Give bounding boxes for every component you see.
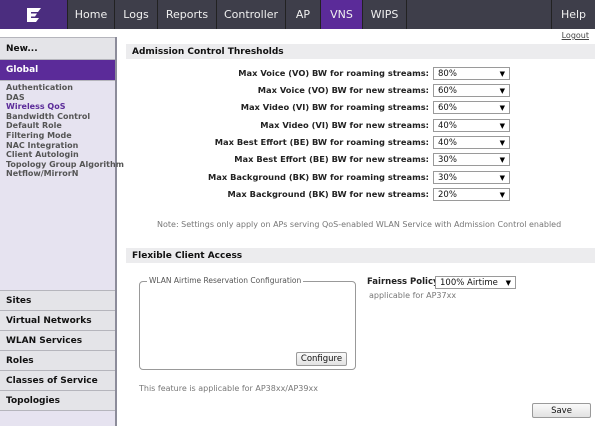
- row-label-be-new: Max Best Effort (BE) BW for new streams:: [234, 154, 429, 164]
- chevron-down-icon: ▼: [499, 122, 505, 130]
- select-be-new[interactable]: 30% ▼: [433, 153, 510, 166]
- row-label-bk-new: Max Background (BK) BW for new streams:: [227, 189, 429, 199]
- nav-wips[interactable]: WIPS: [363, 0, 407, 29]
- select-value: 100% Airtime: [440, 277, 498, 288]
- chevron-down-icon: ▼: [499, 156, 505, 164]
- row-label-vi-roaming: Max Video (VI) BW for roaming streams:: [240, 102, 429, 112]
- select-value: 60%: [438, 85, 457, 96]
- sidebar-virtual-networks[interactable]: Virtual Networks: [0, 311, 115, 331]
- select-bk-new[interactable]: 20% ▼: [433, 188, 510, 201]
- nav-help[interactable]: Help: [551, 0, 595, 29]
- select-value: 30%: [438, 172, 457, 183]
- select-value: 30%: [438, 154, 457, 165]
- select-bk-roaming[interactable]: 30% ▼: [433, 171, 510, 184]
- admission-note: Note: Settings only apply on APs serving…: [157, 220, 562, 229]
- nav-home[interactable]: Home: [68, 0, 115, 29]
- flexible-client-access-header: Flexible Client Access: [126, 248, 595, 263]
- extreme-logo-icon[interactable]: [0, 0, 68, 29]
- fairness-policy-select[interactable]: 100% Airtime ▼: [435, 276, 516, 289]
- sidebar-roles[interactable]: Roles: [0, 351, 115, 371]
- sidebar-link-wireless-qos[interactable]: Wireless QoS: [6, 102, 115, 112]
- chevron-down-icon: ▼: [499, 87, 505, 95]
- sidebar-link-bandwidth-control[interactable]: Bandwidth Control: [6, 112, 115, 122]
- row-label-bk-roaming: Max Background (BK) BW for roaming strea…: [208, 172, 429, 182]
- configure-button[interactable]: Configure: [296, 352, 347, 366]
- sidebar-link-filtering-mode[interactable]: Filtering Mode: [6, 131, 115, 141]
- sidebar-global[interactable]: Global: [0, 60, 115, 81]
- select-value: 40%: [438, 120, 457, 131]
- row-label-vo-new: Max Voice (VO) BW for new streams:: [257, 85, 429, 95]
- chevron-down-icon: ▼: [499, 104, 505, 112]
- sidebar-link-nac-integration[interactable]: NAC Integration: [6, 141, 115, 151]
- logout-link[interactable]: Logout: [562, 31, 589, 40]
- nav-ap[interactable]: AP: [286, 0, 321, 29]
- select-value: 80%: [438, 68, 457, 79]
- select-vi-roaming[interactable]: 60% ▼: [433, 101, 510, 114]
- chevron-down-icon: ▼: [499, 174, 505, 182]
- select-vi-new[interactable]: 40% ▼: [433, 119, 510, 132]
- feature-applicable-note: This feature is applicable for AP38xx/AP…: [139, 384, 318, 393]
- chevron-down-icon: ▼: [505, 279, 511, 287]
- select-vo-new[interactable]: 60% ▼: [433, 84, 510, 97]
- fairness-applicable-note: applicable for AP37xx: [369, 291, 457, 300]
- row-label-be-roaming: Max Best Effort (BE) BW for roaming stre…: [214, 137, 429, 147]
- chevron-down-icon: ▼: [499, 70, 505, 78]
- chevron-down-icon: ▼: [499, 139, 505, 147]
- row-label-vo-roaming: Max Voice (VO) BW for roaming streams:: [238, 68, 429, 78]
- admission-control-header: Admission Control Thresholds: [126, 44, 595, 59]
- fairness-policy-label: Fairness Policy:: [367, 277, 442, 287]
- airtime-reservation-legend: WLAN Airtime Reservation Configuration: [147, 276, 304, 285]
- nav-vns[interactable]: VNS: [321, 0, 363, 29]
- sidebar-link-default-role[interactable]: Default Role: [6, 121, 115, 131]
- sidebar-link-das[interactable]: DAS: [6, 93, 115, 103]
- sidebar-topologies[interactable]: Topologies: [0, 391, 115, 411]
- nav-logs[interactable]: Logs: [115, 0, 158, 29]
- select-be-roaming[interactable]: 40% ▼: [433, 136, 510, 149]
- sidebar-link-authentication[interactable]: Authentication: [6, 83, 115, 93]
- nav-reports[interactable]: Reports: [158, 0, 217, 29]
- save-button[interactable]: Save: [532, 403, 591, 418]
- row-label-vi-new: Max Video (VI) BW for new streams:: [260, 120, 429, 130]
- select-vo-roaming[interactable]: 80% ▼: [433, 67, 510, 80]
- sidebar: New... Global Authentication DAS Wireles…: [0, 37, 124, 426]
- sidebar-wlan-services[interactable]: WLAN Services: [0, 331, 115, 351]
- sidebar-classes-of-service[interactable]: Classes of Service: [0, 371, 115, 391]
- select-value: 60%: [438, 102, 457, 113]
- sidebar-link-netflow-mirrorn[interactable]: Netflow/MirrorN: [6, 169, 115, 179]
- sidebar-new[interactable]: New...: [0, 37, 115, 60]
- chevron-down-icon: ▼: [499, 191, 505, 199]
- sidebar-link-client-autologin[interactable]: Client Autologin: [6, 150, 115, 160]
- top-navigation-bar: Home Logs Reports Controller AP VNS WIPS…: [0, 0, 595, 29]
- select-value: 20%: [438, 189, 457, 200]
- sidebar-sites[interactable]: Sites: [0, 291, 115, 311]
- sidebar-global-links: Authentication DAS Wireless QoS Bandwidt…: [0, 81, 124, 291]
- sidebar-link-topology-group-algorithm[interactable]: Topology Group Algorithm: [6, 160, 124, 170]
- nav-controller[interactable]: Controller: [217, 0, 286, 29]
- select-value: 40%: [438, 137, 457, 148]
